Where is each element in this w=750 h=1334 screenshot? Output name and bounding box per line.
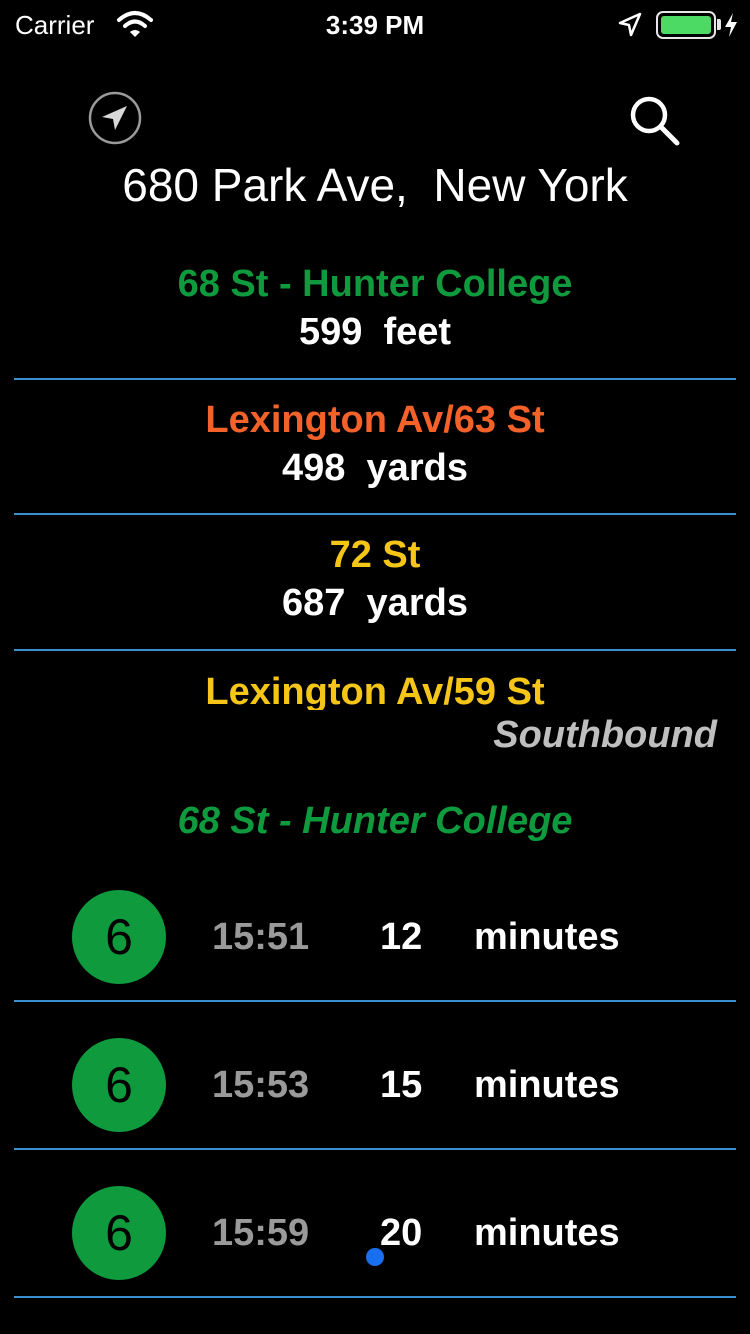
arrival-unit: minutes — [474, 916, 620, 958]
search-icon[interactable] — [626, 92, 682, 148]
station-row[interactable]: Lexington Av/63 St 498 yards — [0, 396, 750, 492]
station-row[interactable]: 72 St 687 yards — [0, 531, 750, 627]
battery-cap — [717, 19, 721, 30]
arrival-unit: minutes — [474, 1064, 620, 1106]
arrival-row[interactable]: 6 15:51 12 minutes — [0, 866, 750, 1014]
current-address: 680 Park Ave, New York — [122, 159, 628, 211]
touch-indicator — [366, 1248, 384, 1266]
location-services-icon — [618, 12, 642, 37]
station-name: Lexington Av/59 St — [205, 671, 545, 710]
route-6-badge: 6 — [72, 1186, 166, 1280]
station-row[interactable]: Lexington Av/59 St — [0, 668, 750, 710]
station-distance: 498 yards — [282, 447, 468, 489]
arrival-minutes: 15 — [380, 1064, 423, 1106]
station-name: Lexington Av/63 St — [205, 399, 545, 441]
arrival-time: 15:53 — [212, 1064, 310, 1106]
arrival-row[interactable]: 6 15:53 15 minutes — [0, 1014, 750, 1162]
location-arrow-icon[interactable] — [87, 90, 143, 146]
arrival-minutes: 12 — [380, 916, 423, 958]
arrival-time: 15:59 — [212, 1212, 310, 1254]
station-distance: 599 feet — [298, 311, 452, 353]
arrival-row[interactable]: 6 15:59 20 minutes — [0, 1162, 750, 1310]
arrival-station-name: 68 St - Hunter College — [177, 800, 573, 842]
arrival-minutes: 20 — [380, 1212, 423, 1254]
list-divider — [14, 1148, 736, 1150]
list-divider — [14, 1000, 736, 1002]
charging-bolt-icon — [725, 13, 737, 37]
list-divider — [14, 513, 736, 515]
route-6-badge: 6 — [72, 1038, 166, 1132]
list-divider — [14, 378, 736, 380]
battery-fill — [661, 16, 711, 34]
direction-label: Southbound — [493, 714, 717, 756]
battery-icon — [656, 11, 716, 39]
list-divider — [14, 1296, 736, 1298]
station-name: 68 St - Hunter College — [177, 263, 573, 305]
status-bar: Carrier 3:39 PM — [0, 0, 750, 50]
list-divider — [14, 649, 736, 651]
arrival-unit: minutes — [474, 1212, 620, 1254]
route-6-badge: 6 — [72, 890, 166, 984]
station-name: 72 St — [329, 534, 421, 576]
station-distance: 687 yards — [282, 582, 468, 624]
arrival-time: 15:51 — [212, 916, 310, 958]
station-row[interactable]: 68 St - Hunter College 599 feet — [0, 260, 750, 356]
